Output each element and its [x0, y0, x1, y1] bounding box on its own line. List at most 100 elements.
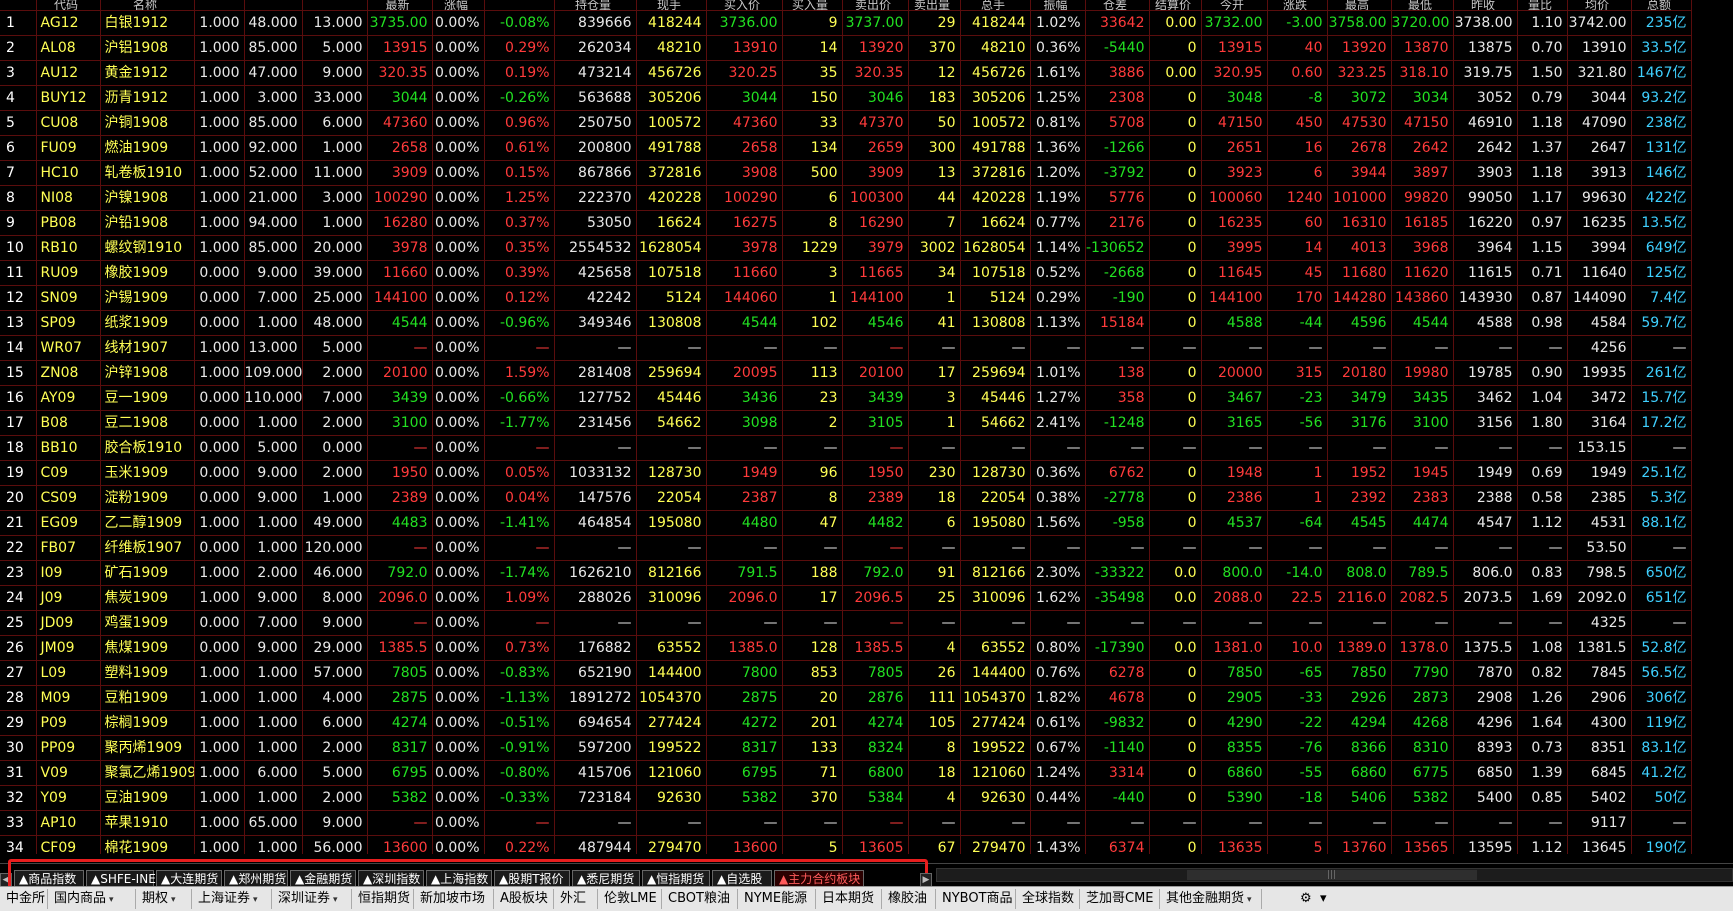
- column-header[interactable]: 最低: [1391, 0, 1454, 11]
- table-row[interactable]: 7 HC10 轧卷板1910 1.000 52.000 11.000 3909 0.00% 0.…: [0, 160, 1692, 186]
- column-header[interactable]: 涨幅: [432, 0, 485, 11]
- sheet-tab[interactable]: ▲大连期货: [156, 870, 222, 887]
- table-row[interactable]: 29 P09 棕榈1909 1.000 1.000 6.000 4274 0.00% -0.51…: [0, 710, 1692, 736]
- table-row[interactable]: 26 JM09 焦煤1909 0.000 9.000 29.000 1385.5 0.00% 0…: [0, 635, 1692, 661]
- table-row[interactable]: 5 CU08 沪铜1908 1.000 85.000 6.000 47360 0.00% 0.9…: [0, 110, 1692, 136]
- table-row[interactable]: 18 BB10 胶合板1910 0.000 5.000 0.000—0.00% — — — — — —…: [0, 435, 1692, 461]
- table-row[interactable]: 1 AG12 白银1912 1.000 48.000 13.000 3735.00 0.00%…: [0, 10, 1692, 36]
- sheet-tab[interactable]: ▲自选股: [712, 870, 772, 887]
- table-row[interactable]: 14 WR07 线材1907 1.000 13.000 5.000—0.00% — — — — — —…: [0, 335, 1692, 361]
- market-tab[interactable]: 其他金融期货 ▾: [1160, 889, 1262, 909]
- table-row[interactable]: 15 ZN08 沪锌1908 1.000 109.000 2.000 20100 0.00% 1…: [0, 360, 1692, 386]
- market-tab[interactable]: 中金所: [0, 889, 48, 909]
- table-row[interactable]: 34 CF09 棉花1909 1.000 1.000 56.000 13600 0.00% 0.…: [0, 835, 1692, 854]
- dropdown-caret-icon[interactable]: ▾: [333, 895, 338, 905]
- dropdown-caret-icon[interactable]: ▾: [1247, 895, 1252, 905]
- sheet-tab[interactable]: ▲商品指数: [14, 870, 84, 887]
- dropdown-caret-icon[interactable]: ▾: [171, 895, 176, 905]
- table-row[interactable]: 32 Y09 豆油1909 1.000 1.000 2.000 5382 0.00% -0.33…: [0, 785, 1692, 811]
- table-row[interactable]: 9 PB08 沪铅1908 1.000 94.000 1.000 16280 0.00% 0.3…: [0, 210, 1692, 236]
- market-tab[interactable]: NYBOT商品: [936, 889, 1016, 909]
- settings-gear-icon[interactable]: ⚙: [1298, 889, 1314, 909]
- sheet-tab[interactable]: ▲恒指期货: [642, 870, 710, 887]
- column-header[interactable]: 代码: [36, 0, 101, 11]
- market-tab[interactable]: 恒指期货: [352, 889, 414, 909]
- sheet-tab[interactable]: ▲股期T报价: [494, 870, 570, 887]
- column-header[interactable]: 名称: [100, 0, 195, 11]
- market-tab[interactable]: 外汇: [554, 889, 598, 909]
- column-header[interactable]: 卖出量: [908, 0, 961, 11]
- table-row[interactable]: 20 CS09 淀粉1909 0.000 9.000 1.000 2389 0.00% 0.04…: [0, 485, 1692, 511]
- sheet-tab[interactable]: ▲悉尼期货: [572, 870, 640, 887]
- dropdown-caret-icon[interactable]: ▾: [253, 895, 258, 905]
- table-row[interactable]: 16 AY09 豆一1909 0.000 110.000 7.000 3439 0.00% -0…: [0, 385, 1692, 411]
- column-header[interactable]: 总额: [1631, 0, 1692, 11]
- table-row[interactable]: 6 FU09 燃油1909 1.000 92.000 1.000 2658 0.00% 0.61…: [0, 135, 1692, 161]
- table-row[interactable]: 27 L09 塑料1909 1.000 1.000 57.000 7805 0.00% -0.8…: [0, 660, 1692, 686]
- table-row[interactable]: 30 PP09 聚丙烯1909 1.000 1.000 2.000 8317 0.00% -0.…: [0, 735, 1692, 761]
- sheet-tab[interactable]: ▲SHFE-INE: [86, 870, 156, 887]
- market-tab[interactable]: NYME能源: [738, 889, 816, 909]
- table-row[interactable]: 17 B08 豆二1908 0.000 1.000 2.000 3100 0.00% -1.77…: [0, 410, 1692, 436]
- column-header[interactable]: [484, 0, 555, 11]
- sheet-tab[interactable]: ▲深圳指数: [358, 870, 424, 887]
- table-row[interactable]: 28 M09 豆粕1909 1.000 1.000 4.000 2875 0.00% -1.13…: [0, 685, 1692, 711]
- column-header[interactable]: 今开: [1201, 0, 1268, 11]
- market-tab[interactable]: 期权 ▾: [136, 889, 192, 909]
- market-tab[interactable]: 芝加哥CME: [1080, 889, 1160, 909]
- horizontal-scrollbar[interactable]: |||: [936, 868, 1733, 882]
- column-header[interactable]: 仓差: [1085, 0, 1150, 11]
- tab-scroll-right-icon[interactable]: ▶: [920, 873, 932, 887]
- market-tab[interactable]: 橡胶油: [882, 889, 936, 909]
- market-tab[interactable]: 日本期货: [816, 889, 882, 909]
- column-header[interactable]: [302, 0, 368, 11]
- column-header[interactable]: 最新: [367, 0, 433, 11]
- column-header[interactable]: 持仓量: [554, 0, 637, 11]
- column-header[interactable]: 量比: [1517, 0, 1568, 11]
- dropdown-caret-icon[interactable]: ▾: [109, 895, 114, 905]
- table-row[interactable]: 2 AL08 沪铝1908 1.000 85.000 5.000 13915 0.00% 0.2…: [0, 35, 1692, 61]
- column-header[interactable]: 昨收: [1453, 0, 1518, 11]
- market-tab[interactable]: 国内商品 ▾: [48, 889, 136, 909]
- table-row[interactable]: 13 SP09 纸浆1909 0.000 1.000 48.000 4544 0.00% -0.…: [0, 310, 1692, 336]
- table-row[interactable]: 33 AP10 苹果1910 1.000 65.000 9.000—0.00% — — — — — —…: [0, 810, 1692, 836]
- table-row[interactable]: 8 NI08 沪镍1908 1.000 21.000 3.000 100290 0.00% 1.…: [0, 185, 1692, 211]
- sheet-tab[interactable]: ▲金融期货: [290, 870, 356, 887]
- column-header[interactable]: 现手: [636, 0, 707, 11]
- table-row[interactable]: 3 AU12 黄金1912 1.000 47.000 9.000 320.35 0.00% 0.…: [0, 60, 1692, 86]
- table-row[interactable]: 23 I09 矿石1909 1.000 2.000 46.000 792.0 0.00% -1.…: [0, 560, 1692, 586]
- column-header[interactable]: [0, 0, 37, 11]
- column-header[interactable]: [194, 0, 245, 11]
- table-row[interactable]: 19 C09 玉米1909 0.000 9.000 2.000 1950 0.00% 0.05%…: [0, 460, 1692, 486]
- market-tab[interactable]: 深圳证券 ▾: [272, 889, 352, 909]
- market-tab[interactable]: 上海证券 ▾: [192, 889, 272, 909]
- column-header[interactable]: 买入量: [782, 0, 843, 11]
- column-header[interactable]: 最高: [1327, 0, 1392, 11]
- market-tab[interactable]: A股板块: [494, 889, 554, 909]
- column-header[interactable]: 振幅: [1030, 0, 1086, 11]
- market-tab[interactable]: 全球指数: [1016, 889, 1080, 909]
- table-row[interactable]: 24 J09 焦炭1909 1.000 9.000 8.000 2096.0 0.00% 1.0…: [0, 585, 1692, 611]
- column-header[interactable]: 结算价: [1149, 0, 1202, 11]
- market-tab[interactable]: 伦敦LME: [598, 889, 662, 909]
- column-header[interactable]: 买入价: [706, 0, 783, 11]
- column-header[interactable]: 总手: [960, 0, 1031, 11]
- column-header[interactable]: 卖出价: [842, 0, 909, 11]
- horizontal-scrollbar-thumb[interactable]: |||: [1187, 870, 1477, 880]
- table-row[interactable]: 4 BUY12 沥青1912 1.000 3.000 33.000 3044 0.00% -0.…: [0, 85, 1692, 111]
- column-header[interactable]: [244, 0, 303, 11]
- table-row[interactable]: 10 RB10 螺纹钢1910 1.000 85.000 20.000 3978 0.00% 0…: [0, 235, 1692, 261]
- market-tab[interactable]: CBOT粮油: [662, 889, 738, 909]
- sheet-tab[interactable]: ▲主力合约板块: [774, 870, 864, 887]
- table-row[interactable]: 31 V09 聚氯乙烯1909 1.000 6.000 5.000 6795 0.00% -0.…: [0, 760, 1692, 786]
- table-row[interactable]: 21 EG09 乙二醇1909 1.000 1.000 49.000 4483 0.00% -1…: [0, 510, 1692, 536]
- column-header[interactable]: 均价: [1567, 0, 1632, 11]
- sheet-tab[interactable]: ▲上海指数: [426, 870, 492, 887]
- table-row[interactable]: 22 FB07 纤维板1907 0.000 1.000 120.000—0.00% — — — —…: [0, 535, 1692, 561]
- column-header[interactable]: 涨跌: [1267, 0, 1328, 11]
- table-row[interactable]: 12 SN09 沪锡1909 0.000 7.000 25.000 144100 0.00% 0…: [0, 285, 1692, 311]
- table-row[interactable]: 25 JD09 鸡蛋1909 0.000 7.000 9.000—0.00% — — — — — — —…: [0, 610, 1692, 636]
- market-tab[interactable]: 新加坡市场: [414, 889, 494, 909]
- more-dropdown-icon[interactable]: ▾: [1318, 889, 1329, 909]
- table-row[interactable]: 11 RU09 橡胶1909 0.000 9.000 39.000 11660 0.00% 0.…: [0, 260, 1692, 286]
